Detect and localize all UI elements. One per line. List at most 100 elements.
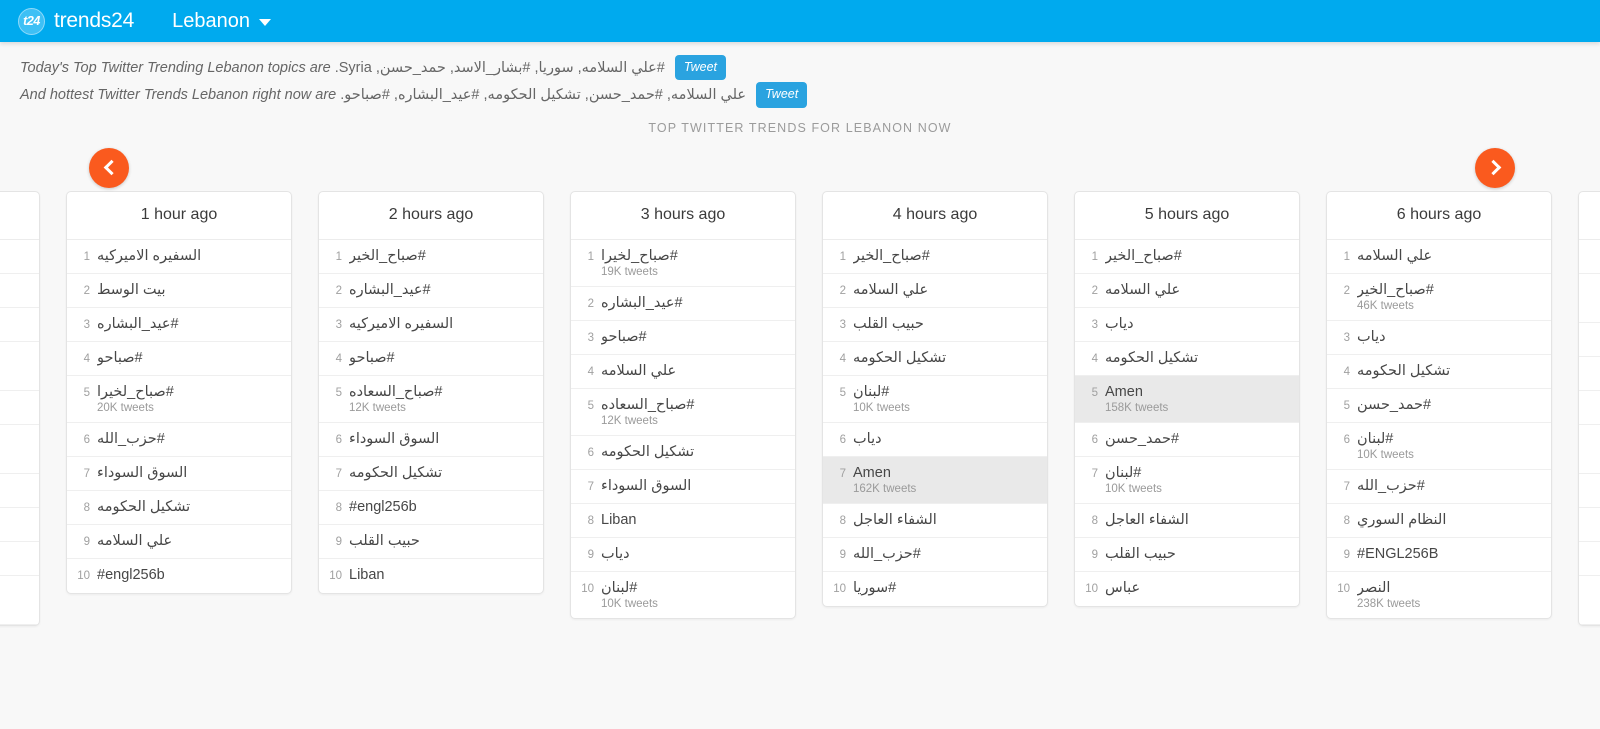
trend-topic-link[interactable]: #صباحو xyxy=(349,350,531,366)
brand-logo[interactable]: t24 trends24 xyxy=(18,7,134,35)
trend-row[interactable]: 7 تشكيل الحكومه xyxy=(319,457,543,491)
trend-topic-link[interactable]: #لبنان xyxy=(853,384,1035,400)
trend-row[interactable]: 5 Amen 158K tweets xyxy=(1075,375,1299,423)
trend-row[interactable]: 7 Amen 162K tweets xyxy=(823,456,1047,504)
trend-topic-link[interactable]: #صباح_لخيرا xyxy=(601,248,783,264)
trend-topic-link[interactable]: #عيد_البشاره xyxy=(601,295,783,311)
trend-row[interactable]: 4 تشكيل الحكومه xyxy=(1327,355,1551,389)
trend-topic-link[interactable]: الشفاء العاجل xyxy=(1105,512,1287,528)
trend-row[interactable]: 9 علي السلامه xyxy=(67,525,291,559)
trend-topic-link[interactable]: السوق السوداء xyxy=(349,431,531,447)
trend-row[interactable]: 6 السوق السوداء xyxy=(319,423,543,457)
carousel-track[interactable]: 1 hour ago 1 السفيره الاميركيه 2 بيت الوسط 3 #… xyxy=(0,190,1600,626)
trend-topic-link[interactable]: علي السلامه xyxy=(853,282,1035,298)
trend-topic-link[interactable]: #عيد_البشاره xyxy=(349,282,531,298)
trend-row[interactable]: 5 #حمد_حسن xyxy=(1327,389,1551,423)
trend-topic-link[interactable]: تشكيل الحكومه xyxy=(1357,363,1539,379)
trend-card[interactable]: 2 hours ago 1 #صباح_الخير 2 #عيد_البشاره 3 الس… xyxy=(318,190,544,594)
trend-card[interactable]: 4 hours ago 1 #صباح_الخير 2 علي السلامه 3 حبيب… xyxy=(822,190,1048,607)
trend-row[interactable]: 2 بيت الوسط xyxy=(67,274,291,308)
trend-topic-link[interactable]: #engl256b xyxy=(97,567,279,583)
trend-topic-link[interactable]: Amen xyxy=(853,465,1035,481)
trend-row[interactable]: 5 #صباح_السعاده 12K tweets xyxy=(319,376,543,423)
trend-row[interactable]: 10 #engl256b xyxy=(67,559,291,593)
trend-topic-link[interactable]: تشكيل الحكومه xyxy=(1105,350,1287,366)
trend-row[interactable]: 2 علي السلامه xyxy=(823,274,1047,308)
trend-topic-link[interactable]: دياب xyxy=(601,546,783,562)
trend-row[interactable]: 2 #عيد_البشاره xyxy=(319,274,543,308)
trend-card[interactable]: 3 hours ago 1 #صباح_لخيرا 19K tweets 2 #عيد_ا… xyxy=(570,190,796,619)
trend-row[interactable]: 1 #صباح_الخير xyxy=(823,240,1047,274)
trend-topic-link[interactable]: #لبنان xyxy=(601,580,783,596)
trend-topic-link[interactable]: علي السلامه xyxy=(97,533,279,549)
trend-topic-link[interactable]: بيت الوسط xyxy=(97,282,279,298)
trend-row[interactable]: 6 تشكيل الحكومه xyxy=(571,436,795,470)
trend-topic-link[interactable]: #صباح_لخيرا xyxy=(97,384,279,400)
trend-row[interactable]: 3 السفيره الاميركيه xyxy=(319,308,543,342)
trend-topic-link[interactable]: #حمد_حسن xyxy=(1105,431,1287,447)
trend-row[interactable]: 5 #لبنان 10K tweets xyxy=(823,376,1047,423)
trend-topic-link[interactable]: #صباح_الخير xyxy=(853,248,1035,264)
trend-topic-link[interactable]: #صباحو xyxy=(97,350,279,366)
trend-row[interactable]: 1 #صباح_الخير xyxy=(319,240,543,274)
trend-topic-link[interactable]: #engl256b xyxy=(349,499,531,515)
trend-row[interactable]: 9 #ENGL256B xyxy=(1327,538,1551,572)
trend-row[interactable]: 3 حبيب القلب xyxy=(823,308,1047,342)
trend-topic-link[interactable]: #صباح_السعاده xyxy=(349,384,531,400)
trend-row[interactable]: 10 #سوريا xyxy=(823,572,1047,606)
trend-card-partial-left[interactable] xyxy=(0,190,40,626)
trend-row[interactable]: 8 الشفاء العاجل xyxy=(1075,504,1299,538)
trend-card[interactable]: 6 hours ago 1 علي السلامه 2 #صباح_الخير 46K t… xyxy=(1326,190,1552,619)
trend-topic-link[interactable]: السوق السوداء xyxy=(97,465,279,481)
trend-topic-link[interactable]: #عيد_البشاره xyxy=(97,316,279,332)
trend-topic-link[interactable]: Liban xyxy=(601,512,783,528)
trend-row[interactable]: 4 تشكيل الحكومه xyxy=(1075,342,1299,376)
trend-topic-link[interactable]: حبيب القلب xyxy=(853,316,1035,332)
trend-row[interactable]: 10 عباس xyxy=(1075,572,1299,606)
trend-row[interactable]: 6 #لبنان 10K tweets xyxy=(1327,423,1551,470)
trend-topic-link[interactable]: #حمد_حسن xyxy=(1357,397,1539,413)
trend-row[interactable]: 6 #حمد_حسن xyxy=(1075,423,1299,457)
trend-topic-link[interactable]: حبيب القلب xyxy=(1105,546,1287,562)
trend-row[interactable]: 4 #صباحو xyxy=(319,342,543,376)
trend-row[interactable]: 2 علي السلامه xyxy=(1075,274,1299,308)
trend-topic-link[interactable]: Amen xyxy=(1105,384,1287,400)
trend-row[interactable]: 9 حبيب القلب xyxy=(1075,538,1299,572)
trend-row[interactable]: 8 تشكيل الحكومه xyxy=(67,491,291,525)
trend-card-partial-right[interactable] xyxy=(1578,190,1600,626)
trend-row[interactable]: 7 السوق السوداء xyxy=(571,470,795,504)
trend-topic-link[interactable]: السوق السوداء xyxy=(601,478,783,494)
trend-topic-link[interactable]: #حزب_الله xyxy=(853,546,1035,562)
trend-card[interactable]: 5 hours ago 1 #صباح_الخير 2 علي السلامه 3 دياب… xyxy=(1074,190,1300,607)
trend-topic-link[interactable]: السفيره الاميركيه xyxy=(349,316,531,332)
trend-row[interactable]: 8 #engl256b xyxy=(319,491,543,525)
trend-row[interactable]: 9 حبيب القلب xyxy=(319,525,543,559)
trend-topic-link[interactable]: #حزب_الله xyxy=(97,431,279,447)
trend-topic-link[interactable]: عباس xyxy=(1105,580,1287,596)
trend-topic-link[interactable]: تشكيل الحكومه xyxy=(97,499,279,515)
trend-topic-link[interactable]: #لبنان xyxy=(1105,465,1287,481)
trend-row[interactable]: 1 #صباح_الخير xyxy=(1075,240,1299,274)
trend-row[interactable]: 8 Liban xyxy=(571,504,795,538)
trend-row[interactable]: 3 دياب xyxy=(1075,308,1299,342)
trend-row[interactable]: 9 #حزب_الله xyxy=(823,538,1047,572)
trend-row[interactable]: 9 دياب xyxy=(571,538,795,572)
trend-row[interactable]: 7 السوق السوداء xyxy=(67,457,291,491)
trend-topic-link[interactable]: #سوريا xyxy=(853,580,1035,596)
trend-card[interactable]: 1 hour ago 1 السفيره الاميركيه 2 بيت الوسط 3 #… xyxy=(66,190,292,594)
trend-topic-link[interactable]: تشكيل الحكومه xyxy=(349,465,531,481)
trend-row[interactable]: 4 #صباحو xyxy=(67,342,291,376)
trend-topic-link[interactable]: #صباح_الخير xyxy=(1357,282,1539,298)
tweet-button-1[interactable]: Tweet xyxy=(674,55,727,81)
carousel-prev-button[interactable] xyxy=(89,147,129,188)
trend-topic-link[interactable]: النصر xyxy=(1357,580,1539,596)
trend-row[interactable]: 2 #صباح_الخير 46K tweets xyxy=(1327,274,1551,321)
trend-topic-link[interactable]: السفيره الاميركيه xyxy=(97,248,279,264)
trend-row[interactable]: 10 Liban xyxy=(319,559,543,593)
trend-topic-link[interactable]: #حزب_الله xyxy=(1357,478,1539,494)
trend-topic-link[interactable]: علي السلامه xyxy=(1105,282,1287,298)
trend-row[interactable]: 3 #صباحو xyxy=(571,321,795,355)
trend-topic-link[interactable]: #صباح_الخير xyxy=(1105,248,1287,264)
trend-topic-link[interactable]: دياب xyxy=(1357,329,1539,345)
trend-row[interactable]: 2 #عيد_البشاره xyxy=(571,287,795,321)
